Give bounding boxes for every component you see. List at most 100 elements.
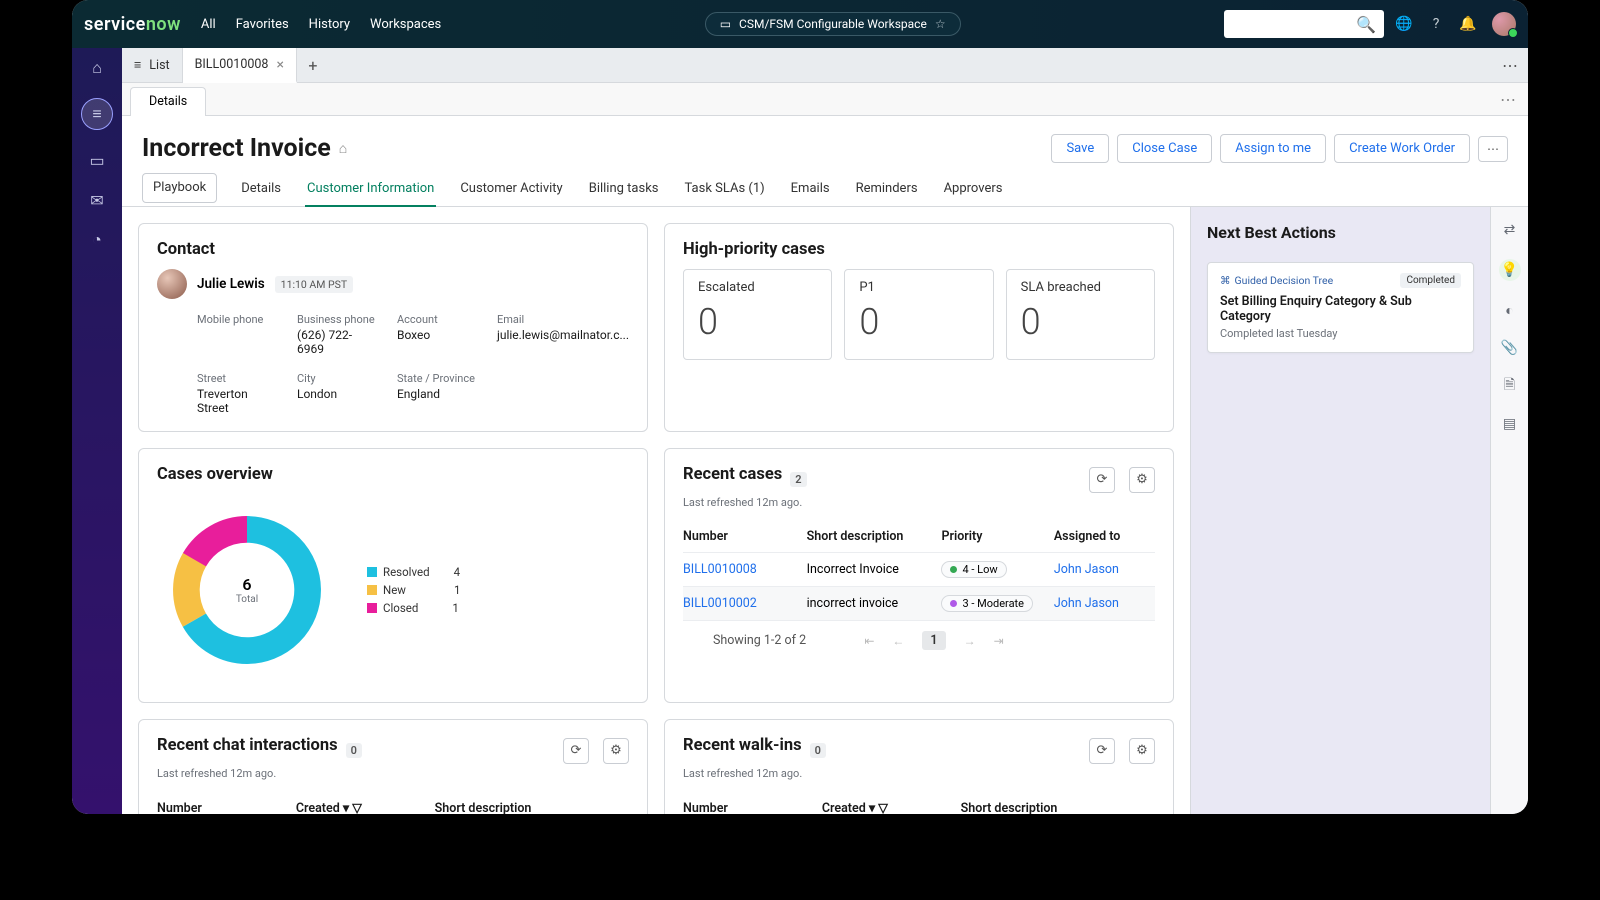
tag-icon[interactable]: ⌂ [339,140,347,157]
rt-billing-tasks[interactable]: Billing tasks [587,173,661,206]
help-icon[interactable]: ? [1428,16,1444,32]
home-icon[interactable]: ⌂ [87,58,107,78]
subtab-details[interactable]: Details [130,87,206,116]
email-value: julie.lewis@mailnator.c... [497,328,629,342]
hp-escalated[interactable]: Escalated 0 [683,269,832,360]
filter-icon[interactable]: ▽ [352,801,362,814]
col-assigned[interactable]: Assigned to [1054,529,1155,544]
col-priority[interactable]: Priority [941,529,1053,544]
rt-approvers[interactable]: Approvers [942,173,1005,206]
assignee-link[interactable]: John Jason [1054,596,1155,611]
subtab-overflow[interactable]: ⋯ [1488,90,1528,115]
gear-icon[interactable]: ⚙ [1129,738,1155,764]
next-best-actions-panel: Next Best Actions ⌘Guided Decision Tree … [1190,207,1490,814]
swatch-icon [367,603,377,613]
col-number[interactable]: Number [683,529,807,544]
nav-all[interactable]: All [201,17,216,32]
agent-assist-icon[interactable]: ◐ [1501,301,1519,319]
nav-workspaces[interactable]: Workspaces [370,17,441,32]
list-icon[interactable]: ≡ [81,98,113,130]
rt-emails[interactable]: Emails [789,173,832,206]
pager-first-icon[interactable]: ⇤ [864,634,874,648]
hp-sla[interactable]: SLA breached 0 [1006,269,1155,360]
donut-total: 6 [242,575,251,594]
close-icon[interactable]: × [276,57,283,73]
rt-customer-info[interactable]: Customer Information [305,173,436,207]
pager-next-icon[interactable]: → [964,634,976,648]
attachment-icon[interactable]: 📎 [1501,339,1519,357]
rt-reminders[interactable]: Reminders [854,173,920,206]
user-avatar[interactable] [1492,12,1516,36]
walkins-count: 0 [810,743,826,758]
pager-page: 1 [922,631,945,650]
chat-heading: Recent chat interactions [157,736,338,755]
rt-details[interactable]: Details [239,173,283,206]
new-tab-button[interactable]: + [297,48,329,82]
analytics-icon[interactable]: ◔ [87,230,107,250]
template-icon[interactable]: ▤ [1501,415,1519,433]
tab-list[interactable]: ≡List [122,48,183,82]
col-number[interactable]: Number [157,801,296,815]
pager-prev-icon[interactable]: ← [892,634,904,648]
gear-icon[interactable]: ⚙ [1129,467,1155,493]
lightbulb-icon[interactable]: 💡 [1499,259,1521,281]
nba-status: Completed [1400,273,1461,288]
rt-playbook[interactable]: Playbook [142,173,217,203]
refresh-icon[interactable]: ⟳ [1089,738,1115,764]
state-label: State / Province [397,372,477,385]
street-label: Street [197,372,277,385]
rt-customer-activity[interactable]: Customer Activity [458,173,564,206]
assignee-link[interactable]: John Jason [1054,562,1155,577]
overview-heading: Cases overview [157,465,629,484]
assign-me-button[interactable]: Assign to me [1220,134,1326,163]
col-created[interactable]: Created ▾ ▽ [296,800,435,814]
record-section-tabs: Playbook Details Customer Information Cu… [122,169,1528,207]
legend-new-count: 1 [454,583,460,597]
more-actions-button[interactable]: ⋯ [1478,136,1508,162]
save-button[interactable]: Save [1051,134,1109,163]
table-row: BILL0010008 Incorrect Invoice 4 - Low Jo… [683,553,1155,587]
state-value: England [397,387,477,401]
hp-escalated-value: 0 [698,301,817,343]
pager-last-icon[interactable]: ⇥ [994,634,1004,648]
case-number-link[interactable]: BILL0010008 [683,562,807,577]
pager: Showing 1-2 of 2 ⇤ ← 1 → ⇥ [683,621,1155,650]
col-short-desc[interactable]: Short description [435,801,629,815]
card-icon[interactable]: ▭ [87,150,107,170]
chat-refreshed: Last refreshed 12m ago. [157,767,629,780]
legend-closed-label: Closed [383,601,418,615]
gear-icon[interactable]: ⚙ [603,738,629,764]
global-search[interactable]: 🔍 [1224,10,1384,38]
refresh-icon[interactable]: ⟳ [1089,467,1115,493]
swatch-icon [367,585,377,595]
case-number-link[interactable]: BILL0010002 [683,596,807,611]
panel-toggle-icon[interactable]: ⇄ [1501,221,1519,239]
close-case-button[interactable]: Close Case [1117,134,1212,163]
col-short-desc[interactable]: Short description [807,529,942,544]
high-priority-card: High-priority cases Escalated 0 P1 0 SLA… [664,223,1174,432]
hp-p1[interactable]: P1 0 [844,269,993,360]
contact-local-time: 11:10 AM PST [275,276,354,293]
refresh-icon[interactable]: ⟳ [563,738,589,764]
rt-task-slas[interactable]: Task SLAs (1) [683,173,767,206]
business-value: (626) 722-6969 [297,328,377,356]
nav-history[interactable]: History [309,17,350,32]
nba-card[interactable]: ⌘Guided Decision Tree Completed Set Bill… [1207,262,1474,353]
col-created[interactable]: Created ▾ ▽ [822,800,961,814]
filter-icon[interactable]: ▽ [878,801,888,814]
star-icon[interactable]: ☆ [935,17,946,31]
inbox-icon[interactable]: ✉ [87,190,107,210]
nav-favorites[interactable]: Favorites [236,17,289,32]
document-icon[interactable]: 🗎 [1501,377,1519,395]
city-label: City [297,372,377,385]
tab-overflow-button[interactable]: ⋯ [1492,48,1528,82]
bell-icon[interactable]: 🔔 [1460,16,1476,32]
workspace-switcher[interactable]: ▭ CSM/FSM Configurable Workspace ☆ [705,12,961,36]
col-number[interactable]: Number [683,801,822,815]
create-work-order-button[interactable]: Create Work Order [1334,134,1470,163]
tab-record[interactable]: BILL0010008× [183,48,297,83]
business-label: Business phone [297,313,377,326]
hp-sla-label: SLA breached [1021,280,1140,295]
col-short-desc[interactable]: Short description [961,801,1155,815]
globe-icon[interactable]: 🌐 [1396,16,1412,32]
